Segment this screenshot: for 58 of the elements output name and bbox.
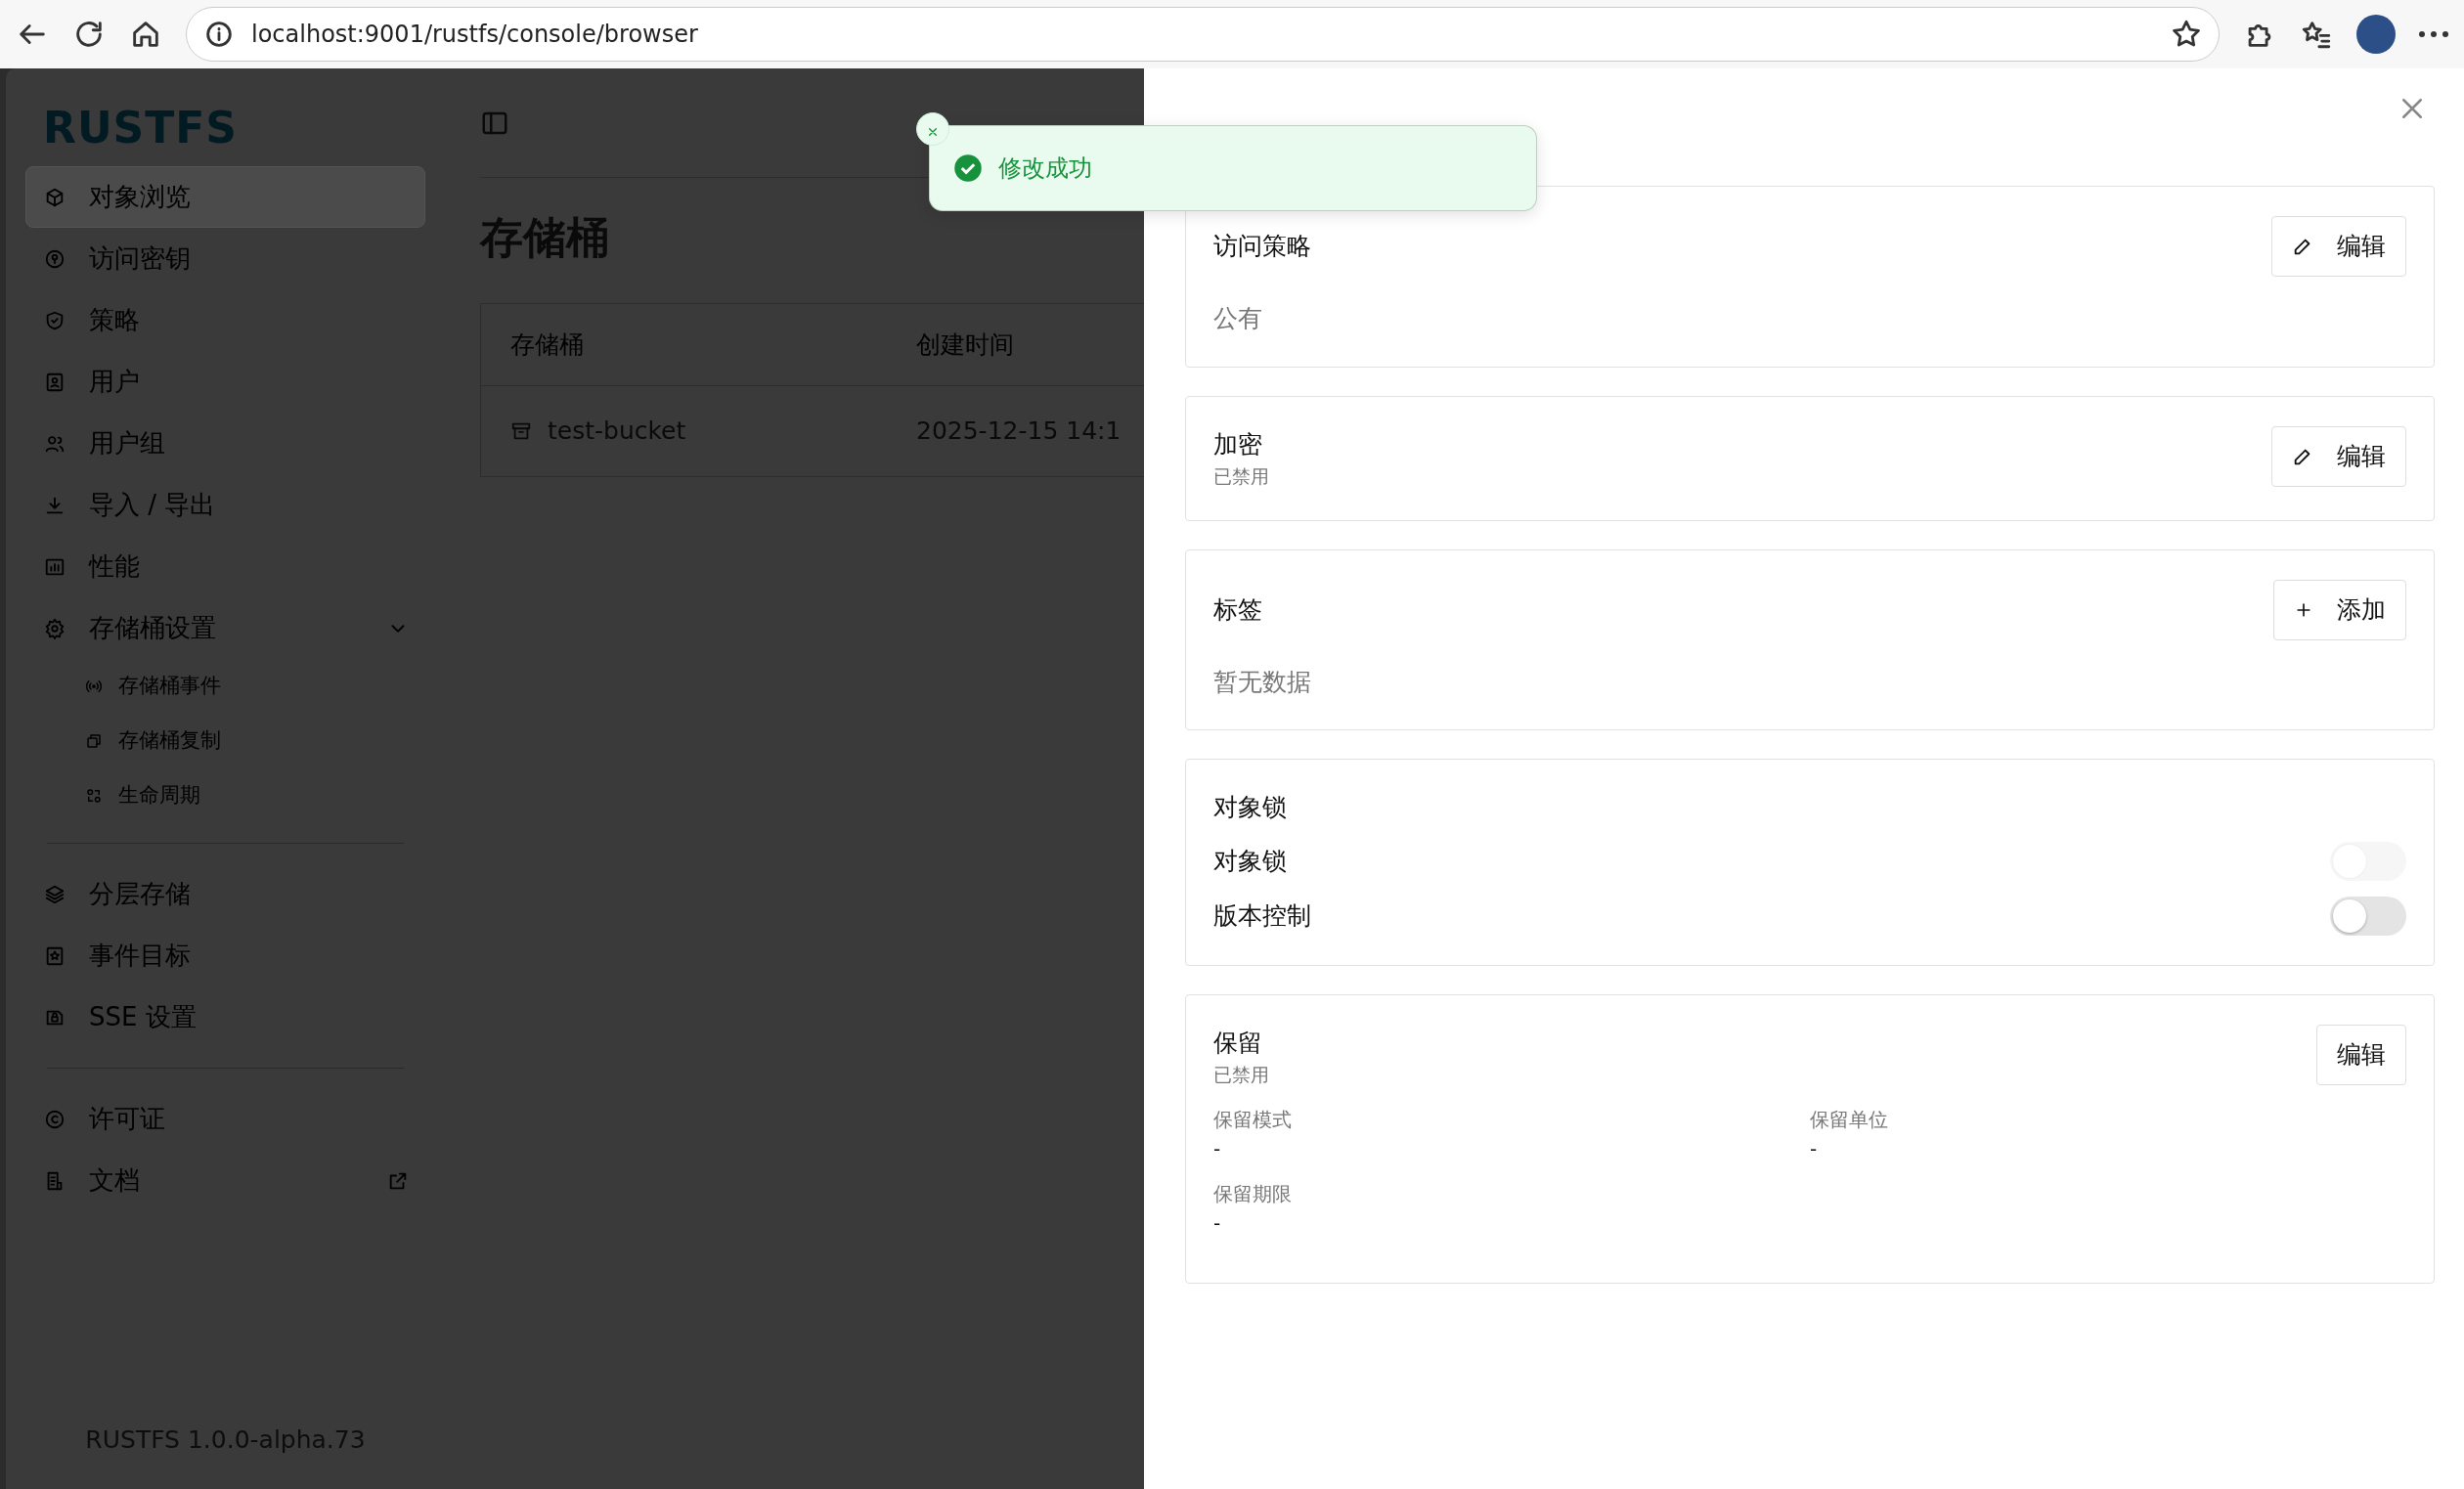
toggle-label: 对象锁 — [1213, 845, 1287, 877]
field-value: - — [1810, 1135, 1819, 1162]
star-frame-icon — [44, 944, 66, 967]
value-text: 暂无数据 — [1213, 667, 1311, 696]
menu-item[interactable]: 文档 — [25, 1150, 425, 1211]
field-label: 保留期限 — [1213, 1180, 1293, 1207]
toast-message: 修改成功 — [998, 153, 1092, 184]
address-bar[interactable]: localhost:9001/rustfs/console/browser — [186, 7, 2220, 62]
menu-item[interactable]: 事件目标 — [25, 925, 425, 986]
menu-item[interactable]: 用户组 — [25, 413, 425, 474]
column-header: 存储桶 — [510, 329, 584, 359]
more-icon[interactable] — [2419, 31, 2448, 37]
user-card-icon — [44, 371, 66, 393]
submenu-item[interactable]: 生命周期 — [25, 768, 425, 823]
section-title: 保留 — [1213, 1027, 1263, 1059]
submenu-item[interactable]: 存储桶复制 — [25, 714, 425, 768]
menu-item[interactable]: 访问密钥 — [25, 228, 425, 289]
section-title: 对象锁 — [1213, 792, 1287, 823]
menu-item[interactable]: 存储桶设置 — [25, 597, 425, 659]
field-label: 保留单位 — [1810, 1106, 1889, 1133]
avatar[interactable] — [2356, 15, 2396, 54]
column-header: 创建时间 — [916, 329, 1014, 359]
value-text: 公有 — [1213, 304, 1262, 332]
field-value: - — [1213, 1135, 1222, 1162]
submenu-item[interactable]: 存储桶事件 — [25, 659, 425, 714]
edit-button[interactable]: 编辑 — [2316, 1024, 2406, 1085]
copyright-icon — [44, 1108, 66, 1130]
gear-icon — [44, 617, 66, 639]
add-button[interactable]: 添加 — [2273, 579, 2406, 640]
edit-button[interactable]: 编辑 — [2271, 216, 2406, 277]
url-text: localhost:9001/rustfs/console/browser — [251, 20, 699, 50]
menu-item[interactable]: 对象浏览 — [25, 166, 425, 228]
menu-item[interactable]: 性能 — [25, 536, 425, 597]
archive-icon — [510, 420, 532, 442]
field-value: - — [1213, 1209, 1222, 1237]
edit-button[interactable]: 编辑 — [2271, 425, 2406, 487]
menu-item[interactable]: 策略 — [25, 289, 425, 351]
status-text: 已禁用 — [1213, 464, 1269, 489]
section-title: 标签 — [1213, 593, 1262, 626]
field-label: 保留模式 — [1213, 1106, 1293, 1133]
menu-item[interactable]: 许可证 — [25, 1088, 425, 1150]
logo: RUSTFS — [42, 102, 240, 154]
toggle-switch[interactable] — [2330, 896, 2406, 936]
menu-item[interactable]: SSE 设置 — [25, 986, 425, 1048]
key-icon — [44, 247, 66, 270]
layers-icon — [44, 883, 66, 905]
menu-item[interactable]: 用户 — [25, 351, 425, 413]
status-text: 已禁用 — [1213, 1063, 1269, 1087]
shield-icon — [44, 309, 66, 331]
check-circle-icon — [953, 153, 983, 183]
copy-icon — [85, 732, 103, 750]
section-title: 访问策略 — [1213, 231, 1311, 263]
cube-icon — [44, 186, 66, 208]
menu-item[interactable]: 分层存储 — [25, 863, 425, 925]
menu-item[interactable]: 导入 / 导出 — [25, 474, 425, 536]
antenna-icon — [85, 678, 103, 695]
section-title: 加密 — [1213, 428, 1263, 460]
toggle-label: 版本控制 — [1213, 899, 1311, 932]
